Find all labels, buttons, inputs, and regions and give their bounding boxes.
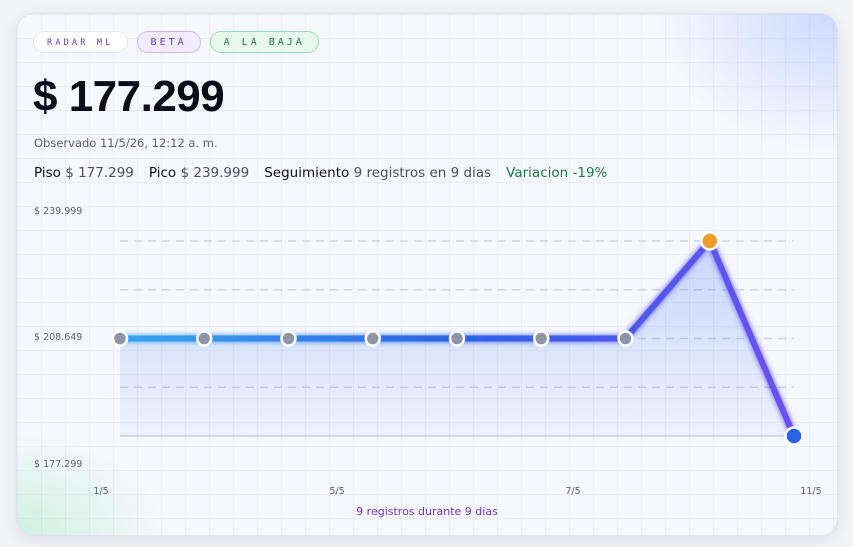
x-tick-label: 7/5 — [565, 486, 580, 497]
price-chart: $ 239.999 $ 208.649 $ 177.299 1/5 5/5 7/… — [34, 206, 822, 518]
latest-point — [784, 426, 804, 446]
data-point — [533, 330, 550, 347]
data-point — [111, 330, 129, 347]
x-tick-label: 5/5 — [329, 486, 344, 497]
price-card: RADAR ML BETA A LA BAJA $ 177.299 Observ… — [16, 13, 838, 536]
data-point — [196, 330, 213, 347]
x-tick-label: 1/5 — [93, 486, 108, 497]
x-axis-ticks: 1/5 5/5 7/5 11/5 — [93, 486, 821, 497]
data-point — [280, 330, 297, 347]
data-point — [448, 330, 466, 347]
data-point — [364, 330, 381, 347]
y-tick-label: $ 208.649 — [34, 332, 82, 343]
chart-footer: 9 registros durante 9 dias — [356, 505, 498, 518]
y-tick-label: $ 177.299 — [34, 459, 82, 470]
data-point — [617, 330, 634, 347]
y-axis-ticks: $ 239.999 $ 208.649 $ 177.299 — [34, 206, 82, 470]
x-tick-label: 11/5 — [800, 486, 821, 497]
peak-point — [700, 231, 720, 251]
y-tick-label: $ 239.999 — [34, 206, 82, 217]
